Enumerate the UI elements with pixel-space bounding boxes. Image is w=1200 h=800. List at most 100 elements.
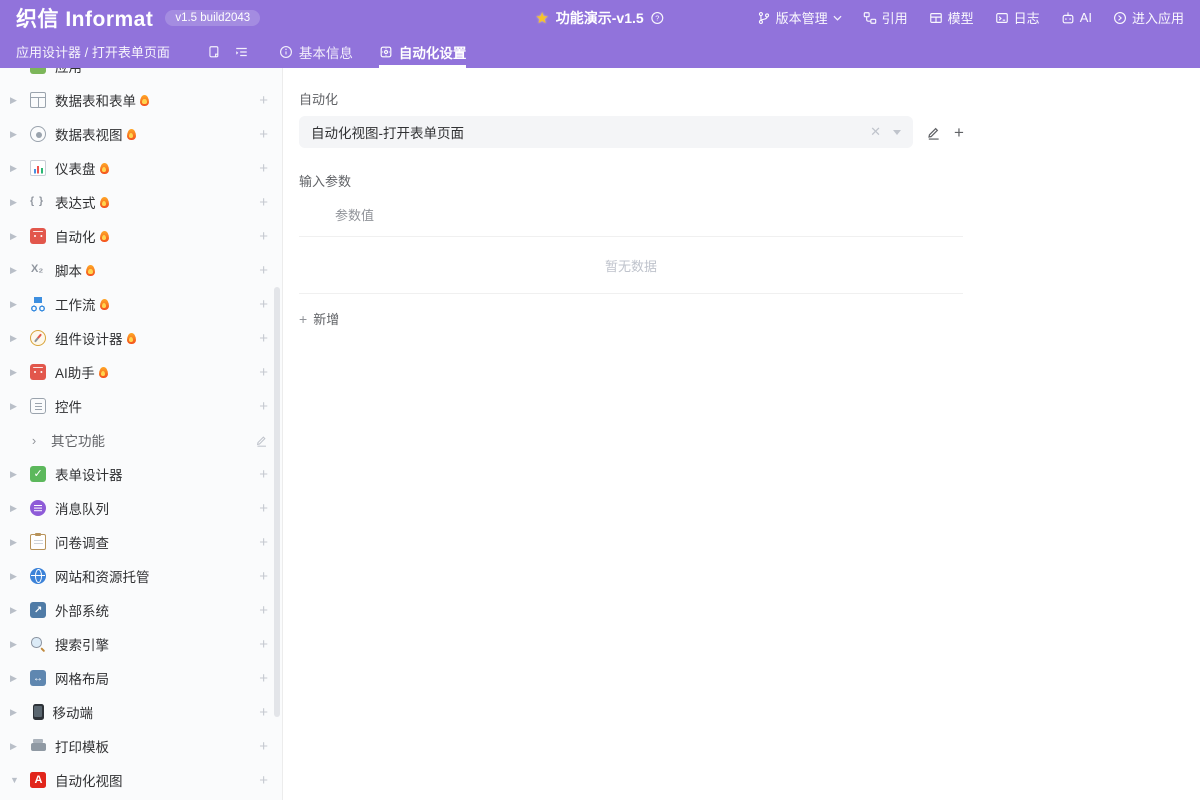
mobile-icon [33, 704, 44, 720]
nav-label: 版本管理 [776, 8, 828, 27]
clear-icon[interactable]: ✕ [870, 124, 881, 140]
sidebar-item-other[interactable]: ›其它功能 [0, 423, 282, 457]
help-circle-icon[interactable]: ? [651, 11, 665, 25]
sidebar-item-automation-robot[interactable]: ▶自动化+ [0, 219, 282, 253]
add-item-icon[interactable]: + [259, 637, 268, 652]
chevron-right-icon[interactable]: ▶ [10, 95, 26, 106]
add-item-icon[interactable]: + [259, 263, 268, 278]
add-item-icon[interactable]: + [259, 467, 268, 482]
sidebar-item-label: 外部系统 [55, 600, 109, 620]
automation-field-label: 自动化 [299, 89, 1200, 108]
add-item-icon[interactable]: + [259, 161, 268, 176]
add-item-icon[interactable]: + [259, 331, 268, 346]
add-param-button[interactable]: + 新增 [299, 309, 369, 328]
add-item-icon[interactable]: + [259, 195, 268, 210]
dashboard-icon [30, 160, 46, 176]
sidebar-item-table-view[interactable]: ▶数据表视图+ [0, 117, 282, 151]
message-queue-icon [30, 500, 46, 516]
sidebar-item-print-template[interactable]: ▶打印模板+ [0, 729, 282, 763]
sidebar-item-grid-layout[interactable]: ▶网格布局+ [0, 661, 282, 695]
sidebar-item-component-designer[interactable]: ▶组件设计器+ [0, 321, 282, 355]
chevron-right-icon[interactable]: ▶ [10, 265, 26, 276]
chevron-right-icon[interactable]: ▶ [10, 571, 26, 582]
tab-basic-info[interactable]: 基本信息 [279, 35, 353, 68]
add-item-icon[interactable]: + [259, 229, 268, 244]
sidebar-item-label: 搜索引擎 [55, 634, 109, 654]
sidebar-item-script[interactable]: ▶脚本+ [0, 253, 282, 287]
nav-log[interactable]: 日志 [995, 8, 1040, 27]
empty-state: 暂无数据 [299, 237, 963, 294]
chevron-right-icon[interactable]: ▶ [10, 231, 26, 242]
add-item-icon[interactable]: + [259, 603, 268, 618]
chevron-right-icon[interactable]: ▶ [10, 367, 26, 378]
chevron-right-icon[interactable]: ▶ [10, 503, 26, 514]
note-icon[interactable] [206, 45, 220, 59]
add-item-icon[interactable]: + [259, 535, 268, 550]
chevron-right-icon[interactable]: ▶ [10, 741, 26, 752]
chevron-right-icon[interactable]: ▶ [10, 673, 26, 684]
chevron-right-icon[interactable]: ▶ [10, 605, 26, 616]
sidebar-item-workflow[interactable]: ▶工作流+ [0, 287, 282, 321]
automation-select[interactable]: 自动化视图-打开表单页面 ✕ [299, 116, 913, 148]
chevron-right-icon[interactable]: ▶ [10, 401, 26, 412]
add-item-icon[interactable]: + [259, 93, 268, 108]
nav-label: 引用 [882, 8, 908, 27]
sidebar-item-data-table[interactable]: ▶数据表和表单+ [0, 83, 282, 117]
nav-branch[interactable]: 版本管理 [757, 8, 842, 27]
nav-reference[interactable]: 引用 [863, 8, 908, 27]
sidebar-item-mobile[interactable]: ▶移动端+ [0, 695, 282, 729]
sidebar-item-form-designer[interactable]: ▶表单设计器+ [0, 457, 282, 491]
survey-icon [30, 534, 46, 550]
sidebar-item-survey[interactable]: ▶问卷调查+ [0, 525, 282, 559]
edit-pencil-icon[interactable] [255, 434, 268, 447]
chevron-right-icon[interactable]: ▶ [10, 163, 26, 174]
fire-icon [127, 129, 136, 140]
add-item-icon[interactable]: + [259, 705, 268, 720]
outline-icon[interactable] [234, 45, 249, 59]
star-icon: ★ [535, 9, 548, 27]
chevron-right-icon[interactable]: ▶ [10, 537, 26, 548]
add-item-icon[interactable]: + [259, 671, 268, 686]
sidebar-item-website-hosting[interactable]: ▶网站和资源托管+ [0, 559, 282, 593]
chevron-right-icon[interactable]: ▶ [10, 707, 26, 718]
chevron-right-icon[interactable]: › [26, 433, 42, 448]
param-value-column-header: 参数值 [299, 190, 963, 237]
sidebar-item-app[interactable]: 应用 [0, 68, 282, 83]
fire-icon [140, 95, 149, 106]
automation-settings-panel: 自动化 自动化视图-打开表单页面 ✕ + 输入参数 参数值 暂无数据 + 新增 [283, 68, 1200, 800]
add-item-icon[interactable]: + [259, 365, 268, 380]
nav-ai[interactable]: AI [1061, 10, 1092, 25]
add-param-label: 新增 [313, 309, 339, 328]
fire-icon [100, 197, 109, 208]
sidebar-item-automation-view[interactable]: ▼自动化视图+ [0, 763, 282, 797]
sidebar-item-ai-assistant[interactable]: ▶AI助手+ [0, 355, 282, 389]
chevron-right-icon[interactable]: ▶ [10, 129, 26, 140]
nav-enter-app[interactable]: 进入应用 [1113, 8, 1184, 27]
add-item-icon[interactable]: + [259, 501, 268, 516]
chevron-down-icon[interactable]: ▼ [10, 775, 26, 785]
add-item-icon[interactable]: + [259, 739, 268, 754]
sidebar-item-message-queue[interactable]: ▶消息队列+ [0, 491, 282, 525]
add-item-icon[interactable]: + [259, 297, 268, 312]
chevron-down-icon[interactable] [893, 130, 901, 135]
add-item-icon[interactable]: + [259, 399, 268, 414]
add-item-icon[interactable]: + [259, 773, 268, 788]
sidebar-item-dashboard[interactable]: ▶仪表盘+ [0, 151, 282, 185]
sidebar-scrollbar[interactable] [274, 287, 280, 717]
edit-pencil-icon[interactable] [926, 125, 941, 140]
add-item-icon[interactable]: + [259, 569, 268, 584]
chevron-right-icon[interactable]: ▶ [10, 639, 26, 650]
nav-model[interactable]: 模型 [929, 8, 974, 27]
sidebar-item-expression[interactable]: ▶表达式+ [0, 185, 282, 219]
add-automation-icon[interactable]: + [954, 124, 964, 141]
chevron-right-icon[interactable]: ▶ [10, 197, 26, 208]
chevron-right-icon[interactable]: ▶ [10, 469, 26, 480]
tab-automation-settings[interactable]: 自动化设置 [379, 35, 467, 68]
sidebar-item-search-engine[interactable]: ▶ 搜索引擎 + [0, 627, 282, 661]
sidebar-item-external-system[interactable]: ▶ 外部系统 + [0, 593, 282, 627]
sidebar-item-control[interactable]: ▶控件+ [0, 389, 282, 423]
add-item-icon[interactable]: + [259, 127, 268, 142]
chevron-right-icon[interactable]: ▶ [10, 333, 26, 344]
chevron-right-icon[interactable]: ▶ [10, 299, 26, 310]
enter-app-icon [1113, 11, 1127, 25]
